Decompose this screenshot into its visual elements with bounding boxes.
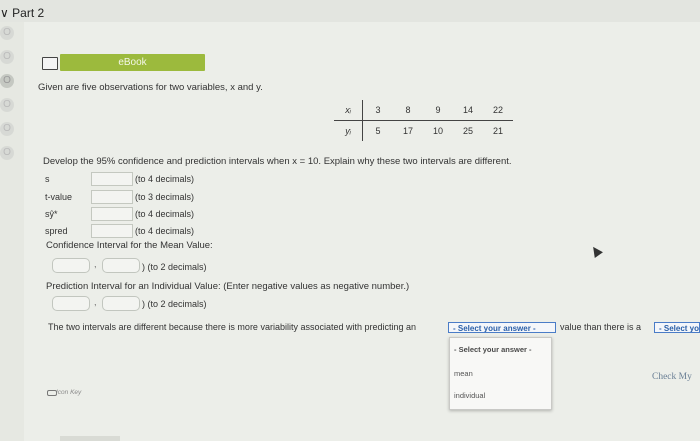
icon-key-link[interactable]: Icon Key xyxy=(56,389,81,396)
check-my-work-button[interactable]: Check My xyxy=(652,372,692,382)
conclusion-text: The two intervals are different because … xyxy=(48,322,417,332)
conclusion-middle: value than there is a xyxy=(560,322,642,332)
s-pred-label: spred xyxy=(45,226,68,236)
ci-mean-hint: ) (to 2 decimals) xyxy=(142,262,207,272)
t-value-hint: (to 3 decimals) xyxy=(135,192,195,202)
x-value: 22 xyxy=(483,100,513,121)
answer-select-2[interactable]: - Select yo xyxy=(654,322,700,333)
y-value: 21 xyxy=(492,126,503,136)
radio-button[interactable]: O xyxy=(0,74,14,88)
question-text: Develop the 95% confidence and predictio… xyxy=(43,156,512,167)
ci-mean-lower-input[interactable] xyxy=(52,258,90,273)
answer-select-1[interactable]: - Select your answer - xyxy=(448,322,556,333)
bottom-element xyxy=(60,436,120,441)
dropdown-option[interactable]: - Select your answer - xyxy=(454,345,532,354)
t-value-input[interactable] xyxy=(91,190,133,204)
y-header: yᵢ xyxy=(334,120,363,141)
answer-dropdown: - Select your answer - mean individual xyxy=(449,337,552,410)
y-value: 17 xyxy=(402,126,413,136)
x-value: 8 xyxy=(393,100,423,121)
y-value: 5 xyxy=(375,126,381,136)
problem-intro: Given are five observations for two vari… xyxy=(38,82,263,93)
radio-button[interactable]: O xyxy=(0,98,14,112)
radio-column: O O O O O O xyxy=(0,26,18,170)
dropdown-option[interactable]: mean xyxy=(454,369,473,378)
top-bar xyxy=(0,0,700,22)
radio-button[interactable]: O xyxy=(0,122,14,136)
ebook-button[interactable]: eBook xyxy=(60,54,205,71)
book-icon[interactable] xyxy=(42,57,58,70)
radio-button[interactable]: O xyxy=(0,26,14,40)
s-pred-hint: (to 4 decimals) xyxy=(135,226,195,236)
pi-upper-input[interactable] xyxy=(102,296,140,311)
chevron-down-icon[interactable]: ∨ xyxy=(0,6,9,20)
x-value: 9 xyxy=(423,100,453,121)
s-yhat-label: sŷ* xyxy=(45,209,58,219)
t-value-label: t-value xyxy=(45,192,73,202)
ci-mean-upper-input[interactable] xyxy=(102,258,140,273)
part-title: ∨ Part 2 xyxy=(0,6,45,20)
ci-mean-comma: , xyxy=(94,259,97,269)
y-value: 10 xyxy=(432,126,443,136)
x-value: 14 xyxy=(453,100,483,121)
x-value: 3 xyxy=(362,100,393,121)
observations-table: xᵢ 3 8 9 14 22 yᵢ 5 17 10 25 21 xyxy=(334,100,513,141)
s-input[interactable] xyxy=(91,172,133,186)
s-hint: (to 4 decimals) xyxy=(135,174,195,184)
y-value: 25 xyxy=(462,126,473,136)
radio-button[interactable]: O xyxy=(0,50,14,64)
pi-lower-input[interactable] xyxy=(52,296,90,311)
radio-button[interactable]: O xyxy=(0,146,14,160)
x-header: xᵢ xyxy=(334,100,363,121)
s-pred-input[interactable] xyxy=(91,224,133,238)
pi-title: Prediction Interval for an Individual Va… xyxy=(46,281,410,292)
pi-hint: ) (to 2 decimals) xyxy=(142,299,207,309)
pi-comma: , xyxy=(94,297,97,307)
s-yhat-input[interactable] xyxy=(91,207,133,221)
ci-mean-title: Confidence Interval for the Mean Value: xyxy=(46,240,213,251)
cursor-icon xyxy=(589,244,603,258)
s-label: s xyxy=(45,174,50,184)
s-yhat-hint: (to 4 decimals) xyxy=(135,209,195,219)
dropdown-option[interactable]: individual xyxy=(454,391,485,400)
